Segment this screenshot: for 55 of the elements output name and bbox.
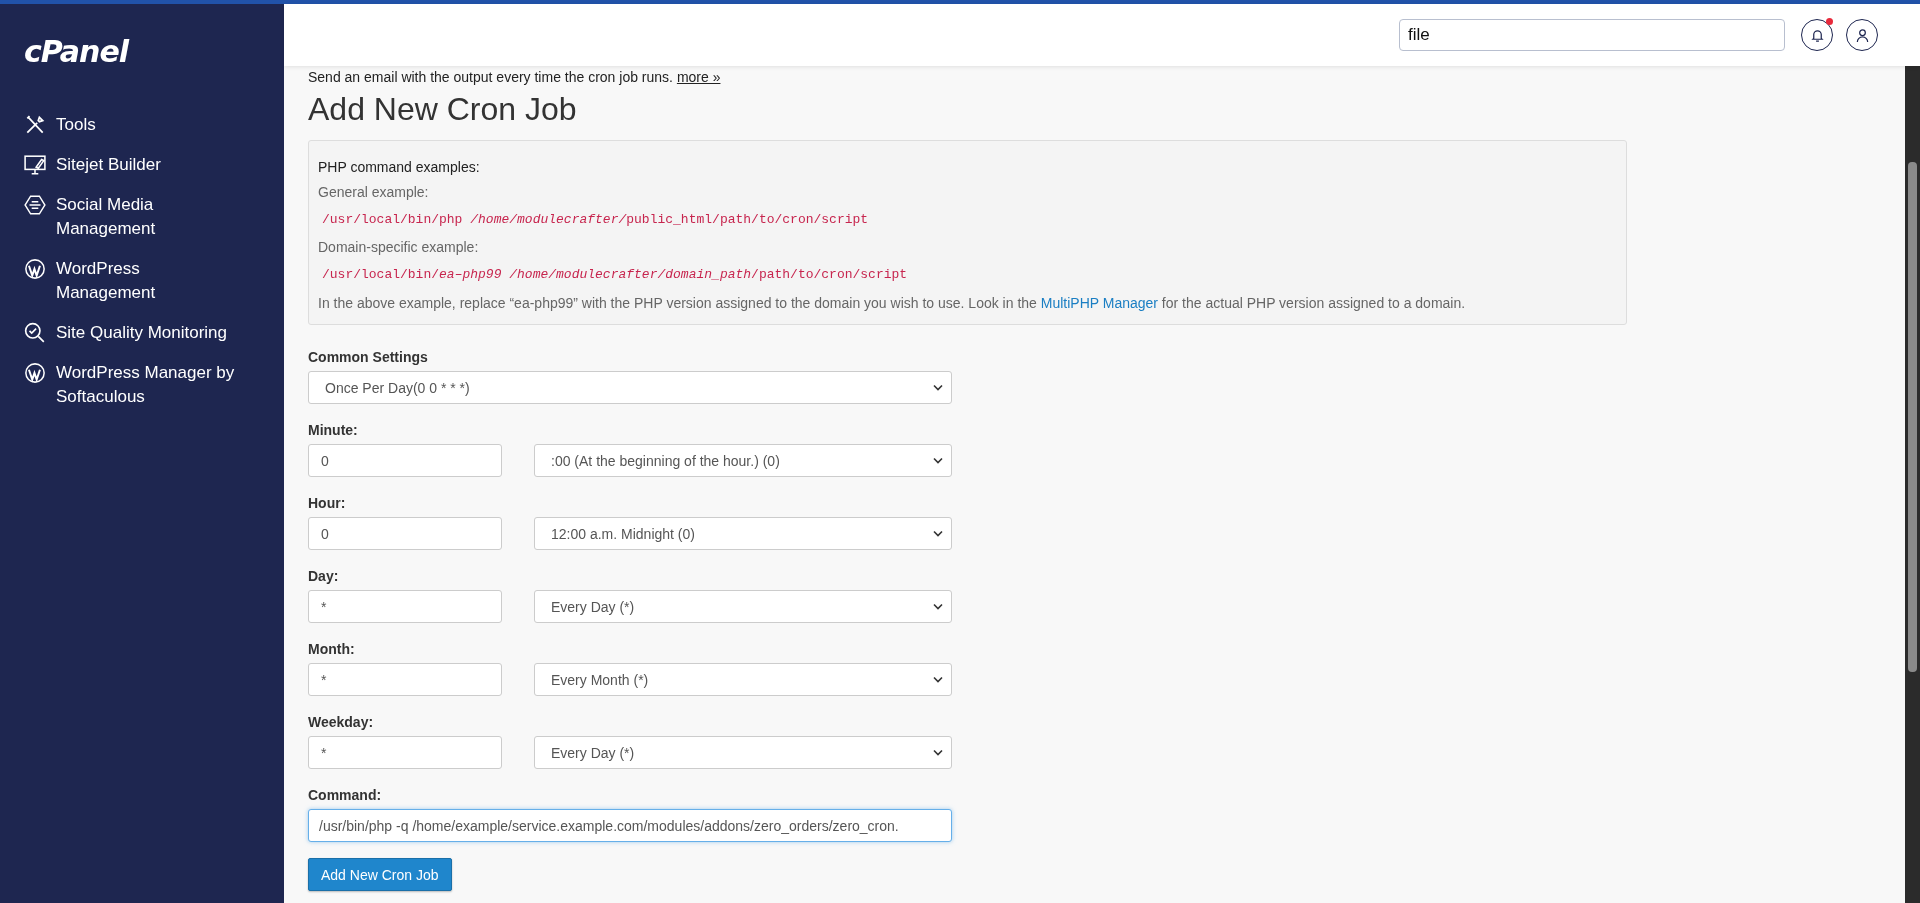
field-label: Weekday: (308, 714, 375, 730)
option-dropdown[interactable]: Every Month (*) (534, 663, 952, 696)
account-button[interactable] (1846, 19, 1878, 51)
wordpress-icon (24, 362, 46, 384)
bell-icon (1809, 27, 1825, 43)
magnifier-check-icon (24, 322, 46, 344)
field-label: Day: (308, 568, 340, 584)
chevron-down-icon (933, 457, 943, 464)
chevron-down-icon (933, 749, 943, 756)
chevron-down-icon (933, 530, 943, 537)
option-dropdown[interactable]: :00 (At the beginning of the hour.) (0) (534, 444, 952, 477)
value-field[interactable]: * (308, 736, 502, 769)
wordpress-icon (24, 258, 46, 280)
sidebar-item[interactable]: WordPress Manager by Softaculous (0, 361, 284, 409)
add-cron-job-button[interactable]: Add New Cron Job (308, 858, 452, 891)
field-label: Command: (308, 787, 383, 803)
hexagon-icon (24, 194, 46, 216)
sidebar-item[interactable]: WordPress Management (0, 257, 284, 305)
sidebar-item[interactable]: Sitejet Builder (0, 153, 284, 177)
logo[interactable]: cPanel (24, 34, 284, 69)
field-label: Hour: (308, 495, 347, 511)
value-field[interactable]: * (308, 663, 502, 696)
option-dropdown[interactable]: Every Day (*) (534, 736, 952, 769)
option-dropdown[interactable]: 12:00 a.m. Midnight (0) (534, 517, 952, 550)
search-field[interactable]: file (1399, 19, 1785, 51)
sidebar-item[interactable]: Social Media Management (0, 193, 284, 241)
chevron-down-icon (933, 603, 943, 610)
more-link[interactable]: more » (676, 69, 721, 85)
scrollbar[interactable] (1905, 66, 1920, 903)
value-field[interactable]: 0 (308, 444, 502, 477)
example-note: In the above example, replace “ea-php99” with the PHP version assigned to the domain you wish to use. Look in the MultiPHP Manager for the actual PHP version assigned to a domain. (318, 294, 1467, 312)
code-example: /usr/local/bin/ea–php99 /home/modulecrafter/domain_path/path/to/cron/script (322, 267, 909, 282)
sidebar-item[interactable]: Site Quality Monitoring (0, 321, 284, 345)
user-icon (1854, 27, 1870, 43)
notifications-button[interactable] (1801, 19, 1833, 51)
value-field[interactable]: 0 (308, 517, 502, 550)
sidebar-item[interactable]: Tools (0, 113, 284, 137)
chevron-down-icon (933, 384, 943, 391)
field-label: Month: (308, 641, 356, 657)
page-title: Add New Cron Job (308, 90, 578, 128)
monitor-icon (24, 154, 46, 176)
tools-icon (24, 114, 46, 136)
example-label: General example: (318, 184, 430, 200)
code-example: /usr/local/bin/php /home/modulecrafter/public_html/path/to/cron/script (322, 212, 870, 227)
common-settings-dropdown[interactable]: Once Per Day(0 0 * * *) (308, 371, 952, 404)
field-label: Minute: (308, 422, 359, 438)
value-field[interactable]: * (308, 590, 502, 623)
chevron-down-icon (933, 676, 943, 683)
field-label: Common Settings (308, 349, 429, 365)
intro-text: Send an email with the output every time the cron job runs. more » (308, 68, 722, 86)
command-field[interactable]: /usr/bin/php -q /home/example/service.example.com/modules/addons/zero_orders/zero_cron. (308, 809, 952, 842)
option-dropdown[interactable]: Every Day (*) (534, 590, 952, 623)
multiphp-link[interactable]: MultiPHP Manager (1040, 295, 1158, 311)
example-label: Domain-specific example: (318, 239, 480, 255)
examples-heading: PHP command examples: (318, 159, 481, 175)
